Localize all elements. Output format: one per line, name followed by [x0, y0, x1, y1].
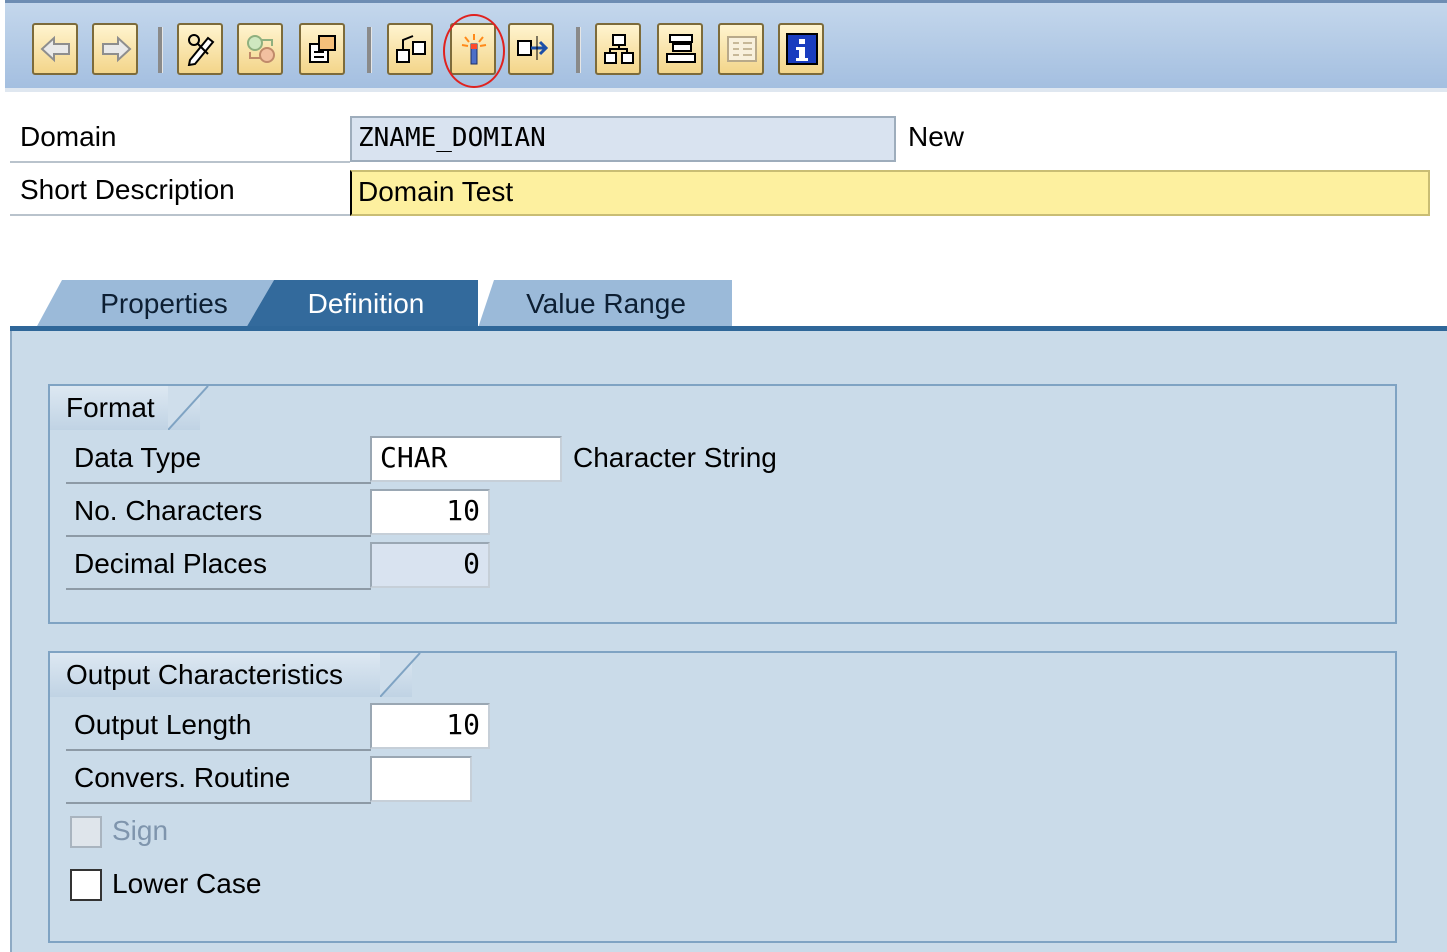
output-length-input[interactable]: 10 — [370, 703, 490, 749]
display-object-list-button[interactable] — [718, 23, 764, 75]
domain-label: Domain — [20, 121, 117, 152]
conversion-routine-label: Convers. Routine — [74, 762, 291, 793]
sign-label: Sign — [112, 815, 169, 846]
info-icon — [786, 33, 818, 65]
decimal-places-input[interactable]: 0 — [370, 542, 490, 588]
other-object-button[interactable] — [299, 23, 345, 75]
lower-case-checkbox[interactable] — [70, 869, 102, 901]
forward-button[interactable] — [92, 23, 138, 75]
navigation-window-button[interactable] — [657, 23, 703, 75]
format-group: Format Data Type CHAR Character String N… — [48, 384, 1397, 624]
navigation-window-icon — [666, 34, 696, 63]
lower-case-label: Lower Case — [112, 868, 262, 899]
decimal-places-label: Decimal Places — [74, 548, 267, 579]
back-button[interactable] — [32, 23, 78, 75]
where-used-button[interactable] — [508, 23, 554, 75]
row-divider — [10, 161, 350, 163]
other-object-icon — [309, 35, 336, 63]
domain-status-text: New — [908, 121, 965, 152]
group-title-tab-edge — [168, 386, 209, 430]
short-description-label: Short Description — [20, 174, 235, 205]
tab-definition[interactable]: Definition — [276, 280, 456, 328]
output-group-title: Output Characteristics — [50, 653, 412, 697]
row-divider — [66, 535, 371, 537]
no-characters-input[interactable]: 10 — [370, 489, 490, 535]
forward-icon — [102, 35, 132, 63]
row-divider — [66, 802, 371, 804]
check-icon — [396, 35, 426, 63]
display-object-list-icon — [727, 36, 757, 62]
data-type-description: Character String — [573, 442, 777, 473]
row-divider — [66, 749, 371, 751]
no-characters-label: No. Characters — [74, 495, 263, 526]
active-inactive-icon — [247, 35, 275, 63]
row-divider — [66, 482, 371, 484]
tab-properties[interactable]: Properties — [74, 280, 254, 328]
data-type-label: Data Type — [74, 442, 202, 473]
application-toolbar — [5, 0, 1447, 88]
toolbar-divider — [5, 88, 1447, 92]
where-used-icon — [517, 36, 549, 60]
sign-checkbox[interactable] — [70, 816, 102, 848]
highlight-circle — [443, 14, 505, 88]
row-divider — [66, 588, 371, 590]
display-change-button[interactable] — [177, 23, 223, 75]
back-icon — [40, 35, 70, 63]
tab-value-range[interactable]: Value Range — [494, 280, 718, 328]
toolbar-separator — [576, 27, 581, 73]
info-button[interactable] — [778, 23, 824, 75]
short-description-input[interactable]: Domain Test — [350, 170, 1430, 216]
domain-field[interactable]: ZNAME_DOMIAN — [350, 116, 896, 162]
toolbar-separator — [367, 27, 372, 73]
data-type-input[interactable]: CHAR — [370, 436, 562, 482]
check-button[interactable] — [387, 23, 433, 75]
object-list-icon — [604, 34, 634, 64]
toolbar-separator — [158, 27, 163, 73]
conversion-routine-input[interactable] — [370, 756, 472, 802]
output-characteristics-group: Output Characteristics Output Length 10 … — [48, 651, 1397, 943]
row-divider — [10, 214, 350, 216]
definition-panel: Format Data Type CHAR Character String N… — [10, 331, 1447, 952]
output-length-label: Output Length — [74, 709, 252, 740]
active-inactive-button[interactable] — [237, 23, 283, 75]
display-change-icon — [187, 34, 215, 66]
group-title-tab-edge — [380, 653, 421, 697]
object-list-button[interactable] — [595, 23, 641, 75]
